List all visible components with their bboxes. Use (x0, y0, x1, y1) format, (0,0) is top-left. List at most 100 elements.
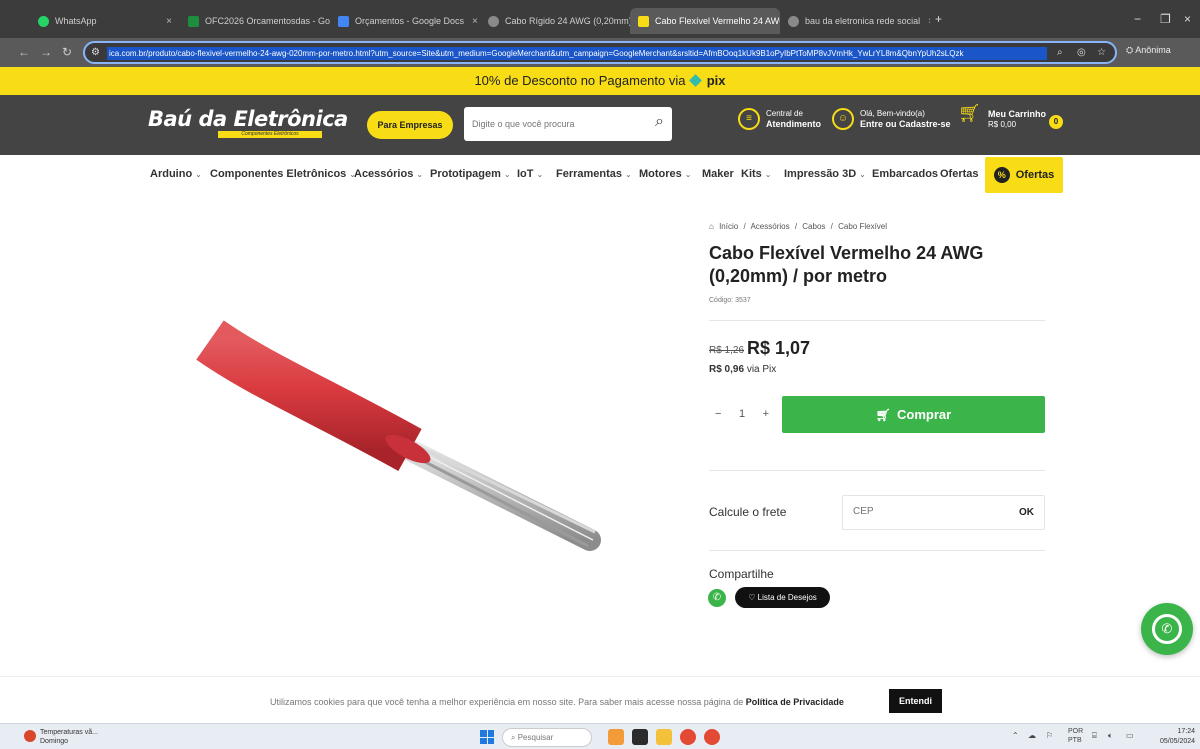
nav-item-componentes[interactable]: Componentes Eletrônicos ⌄ (210, 168, 356, 180)
profile-label: Anônima (1135, 45, 1171, 55)
weather-widget[interactable]: Temperaturas vã... Domingo (24, 728, 98, 746)
restore-icon[interactable]: ❐ (1160, 12, 1171, 26)
close-tab-icon[interactable]: × (920, 16, 930, 27)
tab-docs[interactable]: Orçamentos - Google Docs × (330, 8, 480, 34)
nav-label: Kits (741, 168, 762, 180)
whatsapp-float-button[interactable]: ✆ (1141, 603, 1193, 655)
tab-whatsapp[interactable]: WhatsApp × (30, 8, 180, 34)
reload-icon[interactable]: ↻ (62, 45, 72, 59)
sheets-favicon-icon (188, 15, 199, 27)
cart-link[interactable]: 🛒︎ Meu Carrinho R$ 0,00 (958, 103, 1047, 130)
new-tab-icon[interactable]: + (935, 12, 942, 26)
qty-value[interactable]: 1 (739, 408, 745, 420)
nav-item-impressao-3d[interactable]: Impressão 3D ⌄ (784, 168, 866, 180)
nav-item-motores[interactable]: Motores ⌄ (639, 168, 691, 180)
whatsapp-share-icon[interactable]: ✆ (708, 589, 726, 607)
close-tab-icon[interactable]: × (464, 16, 478, 27)
close-tab-icon[interactable]: × (158, 16, 172, 27)
buy-button[interactable]: 🛒︎ Comprar (782, 396, 1045, 433)
zoom-icon[interactable]: ⌕ (1057, 47, 1063, 58)
nav-item-maker[interactable]: Maker (702, 168, 734, 180)
cookie-text: Utilizamos cookies para que você tenha a… (270, 697, 844, 707)
breadcrumb: ⌂ Início / Acessórios / Cabos / Cabo Fle… (709, 222, 890, 231)
cep-input[interactable] (853, 506, 993, 517)
whatsapp-favicon-icon (38, 15, 49, 27)
breadcrumb-cabos[interactable]: Cabos (802, 222, 825, 231)
site-info-icon[interactable]: ⚙ (91, 47, 100, 58)
google-favicon-icon (788, 15, 799, 27)
clock[interactable]: 17:24 05/05/2024 (1160, 727, 1195, 747)
nav-item-ferramentas[interactable]: Ferramentas ⌄ (556, 168, 632, 180)
back-icon[interactable]: ← (18, 45, 30, 59)
language-indicator[interactable]: POR PTB (1068, 727, 1083, 745)
file-explorer-icon[interactable] (656, 729, 672, 745)
extension-icon[interactable]: ◎ (1077, 47, 1086, 58)
bookmark-star-icon[interactable]: ☆ (1097, 47, 1106, 58)
breadcrumb-inicio[interactable]: Início (719, 222, 738, 231)
cart-line1: Meu Carrinho (988, 108, 1047, 119)
product-title: Cabo Flexível Vermelho 24 AWG (0,20mm) /… (709, 243, 984, 286)
wishlist-label: Lista de Desejos (757, 593, 817, 602)
chrome-app-icon[interactable] (680, 729, 696, 745)
tab-label: Cabo Rígido 24 AWG (0,20mm) (505, 16, 630, 26)
qty-minus-button[interactable]: − (715, 408, 721, 420)
nav-label: IoT (517, 168, 534, 180)
nav-item-acessorios[interactable]: Acessórios ⌄ (354, 168, 423, 180)
pix-price-suffix: via Pix (746, 364, 777, 375)
taskbar-search[interactable]: ⌕ Pesquisar (502, 728, 592, 747)
windows-start-icon[interactable] (480, 730, 494, 744)
search-box: ⌕ (464, 107, 672, 141)
login-link[interactable]: ☺ Olá, Bem-vindo(a) Entre ou Cadastre-se (832, 108, 951, 130)
search-input[interactable] (472, 115, 642, 133)
quantity-stepper: − 1 + (709, 396, 775, 432)
qty-plus-button[interactable]: + (763, 408, 769, 420)
pix-price: R$ 0,96 via Pix (709, 364, 776, 375)
frete-label: Calcule o frete (709, 505, 787, 519)
taskbar-search-placeholder: Pesquisar (517, 733, 554, 742)
minimize-icon[interactable]: − (1134, 12, 1141, 26)
nav-item-ofertas[interactable]: Ofertas (940, 168, 979, 180)
url-field[interactable]: ⚙ ica.com.br/produto/cabo-flexivel-verme… (83, 41, 1117, 64)
weather-alert-icon (24, 730, 36, 742)
task-view-icon[interactable] (632, 729, 648, 745)
search-icon[interactable]: ⌕ (655, 113, 664, 131)
promo-text: 10% de Desconto no Pagamento via (474, 73, 686, 88)
battery-icon[interactable]: ▭ (1126, 731, 1134, 740)
ofertas-highlight-button[interactable]: % Ofertas (985, 157, 1063, 193)
wishlist-button[interactable]: ♡ Lista de Desejos (735, 587, 830, 608)
nav-item-embarcados[interactable]: Embarcados (872, 168, 938, 180)
tray-app-icon[interactable]: ☁ (1028, 731, 1036, 740)
atendimento-link[interactable]: ≡ Central de Atendimento (738, 108, 821, 130)
site-logo[interactable]: Baú da Eletrônica (148, 107, 348, 131)
tab-rede-social[interactable]: bau da eletronica rede social × (780, 8, 930, 34)
nav-item-prototipagem[interactable]: Prototipagem ⌄ (430, 168, 511, 180)
site-favicon-icon (488, 15, 499, 27)
tray-app-icon[interactable]: ⚐ (1046, 731, 1053, 740)
cep-ok-button[interactable]: OK (1019, 507, 1034, 518)
pix-logo-icon (689, 74, 702, 87)
close-window-icon[interactable]: × (1184, 12, 1191, 26)
chevron-down-icon: ⌄ (859, 170, 866, 179)
network-icon[interactable]: ⌸ (1092, 731, 1097, 741)
accept-cookies-button[interactable]: Entendi (889, 689, 942, 713)
privacy-policy-link[interactable]: Política de Privacidade (746, 697, 844, 707)
profile-button[interactable]: ⛭ Anônima (1126, 45, 1171, 56)
tab-cabo-flexivel-active[interactable]: Cabo Flexível Vermelho 24 AWG × (630, 8, 780, 34)
breadcrumb-acessorios[interactable]: Acessórios (750, 222, 789, 231)
clock-date: 05/05/2024 (1160, 738, 1196, 745)
nav-item-arduino[interactable]: Arduino ⌄ (150, 168, 202, 180)
chevron-down-icon: ⌄ (625, 170, 632, 179)
promo-bar: 10% de Desconto no Pagamento via pix (0, 67, 1200, 95)
tab-sheets[interactable]: OFC2026 Orcamentosdas - Go × (180, 8, 330, 34)
volume-icon[interactable]: 🔈︎ (1108, 731, 1113, 741)
chrome-app-icon[interactable] (704, 729, 720, 745)
cart-icon: 🛒︎ (958, 103, 981, 123)
nav-item-kits[interactable]: Kits ⌄ (741, 168, 771, 180)
para-empresas-button[interactable]: Para Empresas (367, 111, 453, 139)
tray-chevron-icon[interactable]: ⌃ (1012, 731, 1019, 740)
nav-item-iot[interactable]: IoT ⌄ (517, 168, 543, 180)
breadcrumb-separator: / (743, 222, 746, 231)
tab-cabo-rigido[interactable]: Cabo Rígido 24 AWG (0,20mm) × (480, 8, 630, 34)
forward-icon[interactable]: → (40, 45, 52, 59)
widgets-app-icon[interactable] (608, 729, 624, 745)
